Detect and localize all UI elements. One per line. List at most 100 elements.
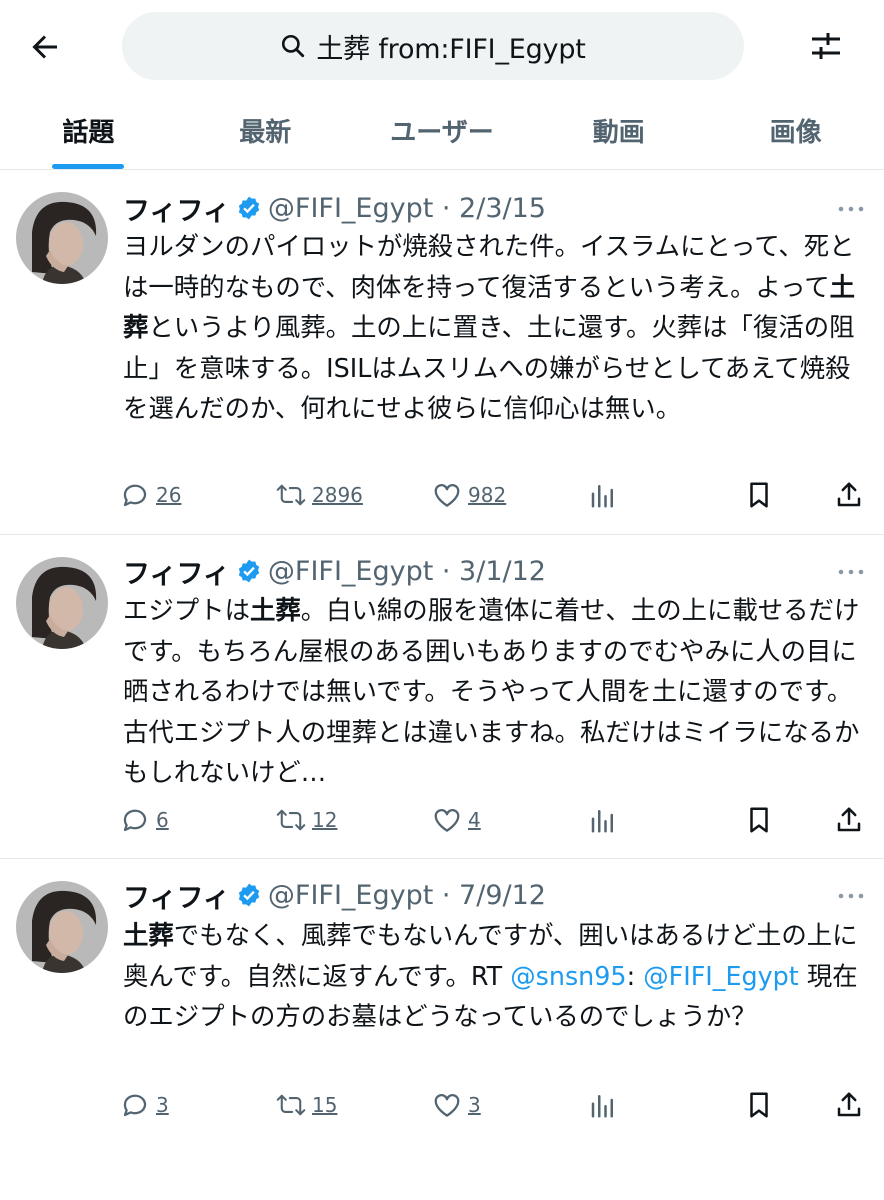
highlighted-term: 土葬 [249,595,301,625]
more-icon [838,206,864,212]
heart-icon [432,1090,462,1120]
tweet-actions: 26 2896 982 [0,475,884,515]
verified-badge-icon [236,195,262,221]
back-button[interactable] [22,24,68,70]
tweet-text: エジプトは土葬。白い綿の服を遺体に着せ、土の上に載せるだけです。もちろん屋根のあ… [123,590,871,793]
handle-date: @FIFI_Egypt · 3/1/12 [267,555,546,587]
reply-count: 26 [156,483,182,507]
search-icon [280,33,306,59]
display-name[interactable]: フィフィ [123,876,230,915]
tweet[interactable]: フィフィ @FIFI_Egypt · 3/1/12 エジプトは土葬。白い綿の服を… [0,535,884,859]
active-tab-indicator [52,164,125,169]
display-name[interactable]: フィフィ [123,552,230,591]
share-icon [834,1090,864,1120]
reply-icon [120,480,150,510]
bookmark-button[interactable] [744,800,774,840]
retweet-icon [276,805,306,835]
tab-label: 話題 [62,118,115,148]
more-icon [838,569,864,575]
tweet-actions: 6 12 4 [0,800,884,840]
reply-count: 3 [156,1093,169,1117]
search-settings-button[interactable] [804,24,848,68]
heart-icon [432,805,462,835]
handle-date: @FIFI_Egypt · 2/3/15 [267,192,546,224]
tab-label: ユーザー [390,118,494,148]
tweet-text: 土葬でもなく、風葬でもないんですが、囲いはあるけど土の上に奥んです。自然に返すん… [123,915,871,1037]
tweet-header: フィフィ @FIFI_Egypt · 3/1/12 [123,552,546,591]
tweet[interactable]: フィフィ @FIFI_Egypt · 2/3/15 ヨルダンのパイロットが焼殺さ… [0,171,884,535]
heart-icon [432,480,462,510]
tab-people[interactable]: ユーザー [354,92,531,169]
reply-button[interactable]: 26 [120,475,181,515]
search-header: 土葬 from:FIFI_Egypt [0,0,884,92]
mention-link[interactable]: @FIFI_Egypt [643,961,799,991]
tweet-actions: 3 15 3 [0,1085,884,1125]
tweet-text: ヨルダンのパイロットが焼殺された件。イスラムにとって、死とは一時的なもので、肉体… [123,226,871,429]
share-button[interactable] [834,475,864,515]
text-segment: : [626,960,644,991]
avatar[interactable] [16,192,108,284]
retweet-icon [276,1090,306,1120]
bookmark-icon [744,1090,774,1120]
reply-button[interactable]: 6 [120,800,169,840]
bookmark-icon [744,805,774,835]
retweet-button[interactable]: 15 [276,1085,337,1125]
tab-top[interactable]: 話題 [0,92,177,169]
more-options-button[interactable] [836,562,866,582]
text-segment: というより風葬。土の上に置き、土に還す。火葬は「復活の阻止」を意味する。ISIL… [123,312,855,423]
views-button[interactable] [588,475,618,515]
retweet-count: 12 [312,808,338,832]
analytics-icon [588,805,618,835]
analytics-icon [588,480,618,510]
analytics-icon [588,1090,618,1120]
views-button[interactable] [588,800,618,840]
tab-label: 動画 [592,118,645,148]
retweet-icon [276,480,306,510]
tab-videos[interactable]: 動画 [530,92,707,169]
tweet-header: フィフィ @FIFI_Egypt · 2/3/15 [123,189,546,228]
like-button[interactable]: 4 [432,800,481,840]
more-options-button[interactable] [836,199,866,219]
search-input[interactable]: 土葬 from:FIFI_Egypt [122,12,744,80]
reply-icon [120,805,150,835]
like-count: 3 [468,1093,481,1117]
handle-date: @FIFI_Egypt · 7/9/12 [267,879,546,911]
more-options-button[interactable] [836,886,866,906]
search-query-text: 土葬 from:FIFI_Egypt [316,33,586,65]
tab-label: 画像 [769,118,822,148]
tweet-header: フィフィ @FIFI_Egypt · 7/9/12 [123,876,546,915]
display-name[interactable]: フィフィ [123,189,230,228]
tab-label: 最新 [239,118,292,148]
bookmark-button[interactable] [744,475,774,515]
retweet-count: 2896 [312,483,363,507]
like-count: 4 [468,808,481,832]
search-tabs: 話題 最新 ユーザー 動画 画像 [0,92,884,170]
like-button[interactable]: 982 [432,475,506,515]
retweet-button[interactable]: 2896 [276,475,363,515]
share-button[interactable] [834,800,864,840]
more-icon [838,893,864,899]
avatar[interactable] [16,881,108,973]
arrow-left-icon [32,35,57,59]
verified-badge-icon [236,882,262,908]
verified-badge-icon [236,558,262,584]
reply-button[interactable]: 3 [120,1085,169,1125]
reply-count: 6 [156,808,169,832]
text-segment: エジプトは [123,595,250,625]
tab-latest[interactable]: 最新 [177,92,354,169]
tab-photos[interactable]: 画像 [707,92,884,169]
reply-icon [120,1090,150,1120]
highlighted-term: 土葬 [123,920,174,950]
share-button[interactable] [834,1085,864,1125]
share-icon [834,805,864,835]
bookmark-icon [744,480,774,510]
text-segment: ヨルダンのパイロットが焼殺された件。イスラムにとって、死とは一時的なもので、肉体… [123,231,855,302]
avatar[interactable] [16,557,108,649]
views-button[interactable] [588,1085,618,1125]
like-button[interactable]: 3 [432,1085,481,1125]
retweet-button[interactable]: 12 [276,800,337,840]
retweet-count: 15 [312,1093,338,1117]
mention-link[interactable]: @snsn95 [510,961,626,991]
tweet[interactable]: フィフィ @FIFI_Egypt · 7/9/12 土葬でもなく、風葬でもないん… [0,859,884,1159]
bookmark-button[interactable] [744,1085,774,1125]
